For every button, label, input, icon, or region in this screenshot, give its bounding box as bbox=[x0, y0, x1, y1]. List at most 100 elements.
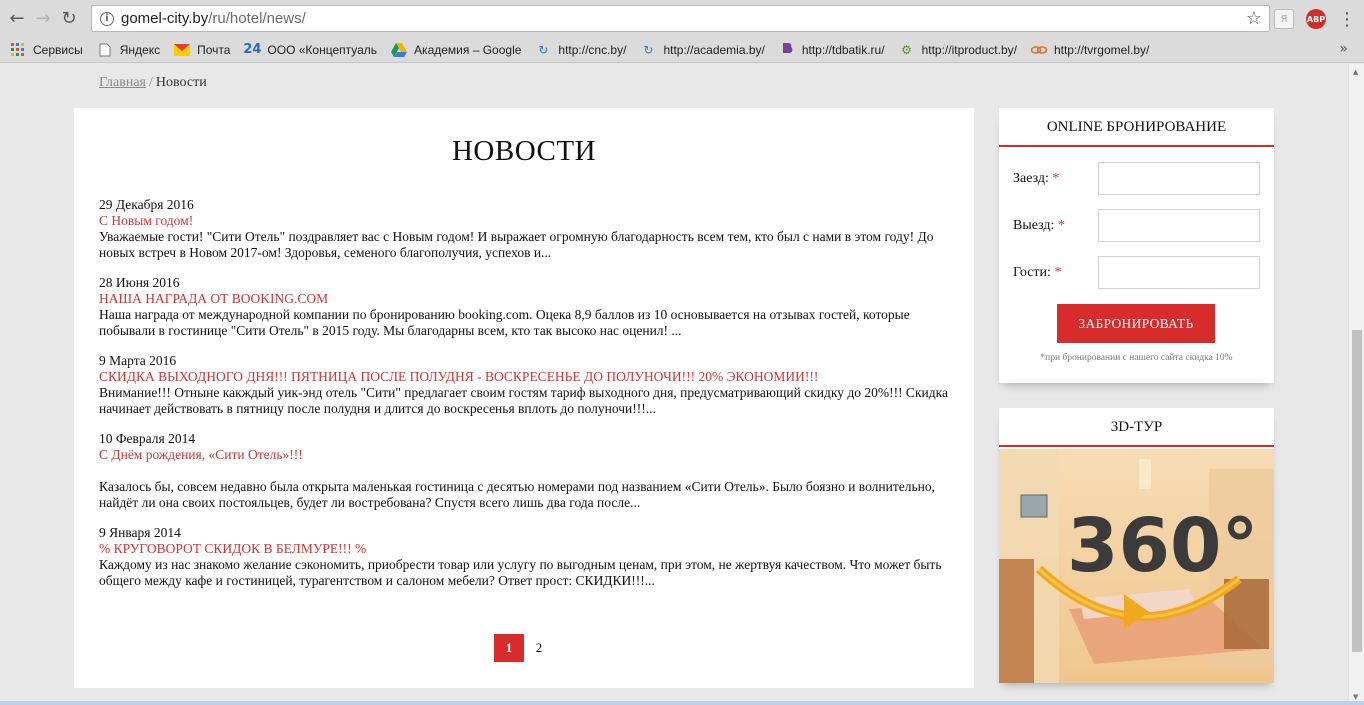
tour-widget: 3D-ТУР 360° bbox=[999, 408, 1274, 683]
news-date: 29 Декабря 2016 bbox=[99, 197, 194, 212]
news-item: 29 Декабря 2016 С Новым годом! Уважаемые… bbox=[99, 197, 949, 261]
tour-title: 3D-ТУР bbox=[999, 408, 1274, 447]
guests-label: Гости: * bbox=[1013, 265, 1098, 281]
page-scrollbar[interactable]: ▲ ▼ bbox=[1348, 64, 1364, 705]
checkout-row: Выезд: * bbox=[1013, 209, 1260, 242]
bookmark-label: http://itproduct.by/ bbox=[921, 42, 1017, 57]
news-excerpt: Наша награда от международной компании п… bbox=[99, 307, 910, 338]
booking-discount-note: *при бронировании с нашего сайта скидка … bbox=[1040, 353, 1233, 363]
bookmark-star-icon[interactable]: ☆ bbox=[1246, 8, 1262, 29]
news-date: 9 Января 2014 bbox=[99, 525, 181, 540]
bookmarks-overflow-icon[interactable]: » bbox=[1339, 41, 1348, 57]
news-title-link[interactable]: СКИДКА ВЫХОДНОГО ДНЯ!!! ПЯТНИЦА ПОСЛЕ ПО… bbox=[99, 369, 949, 385]
required-mark: * bbox=[1054, 264, 1062, 280]
scroll-up-arrow-icon[interactable]: ▲ bbox=[1353, 68, 1358, 76]
batik-logo-icon bbox=[779, 42, 795, 58]
guests-input[interactable] bbox=[1098, 256, 1260, 289]
checkin-row: Заезд: * bbox=[1013, 162, 1260, 195]
news-date: 9 Марта 2016 bbox=[99, 353, 177, 368]
browser-toolbar: ← → ↻ i gomel-city.by/ru/hotel/news/ ☆ Я… bbox=[0, 0, 1364, 37]
bookmark-label: Почта bbox=[197, 42, 231, 57]
news-excerpt: Внимание!!! Отныне какждый уик-энд отель… bbox=[99, 385, 948, 416]
book-button[interactable]: ЗАБРОНИРОВАТЬ bbox=[1057, 304, 1215, 343]
booking-widget: ONLINE БРОНИРОВАНИЕ Заезд: * Выезд: * Го… bbox=[999, 108, 1274, 383]
news-panel: НОВОСТИ 29 Декабря 2016 С Новым годом! У… bbox=[74, 108, 974, 688]
checkout-label-text: Выезд: bbox=[1013, 217, 1055, 233]
checkin-input[interactable] bbox=[1098, 162, 1260, 195]
reload-icon[interactable]: ↻ bbox=[56, 6, 82, 32]
news-item: 28 Июня 2016 НАША НАГРАДА ОТ BOOKING.COM… bbox=[99, 275, 949, 339]
bookmark-itproduct[interactable]: ⚙ http://itproduct.by/ bbox=[899, 42, 1017, 58]
url-path: /ru/hotel/news/ bbox=[208, 10, 306, 27]
news-title-link[interactable]: С Новым годом! bbox=[99, 213, 949, 229]
info-icon[interactable]: i bbox=[100, 11, 114, 26]
yandex-extension-icon[interactable]: Я bbox=[1274, 9, 1294, 29]
news-item: 9 Марта 2016 СКИДКА ВЫХОДНОГО ДНЯ!!! ПЯТ… bbox=[99, 353, 949, 417]
bookmark-label: Сервисы bbox=[33, 42, 83, 57]
breadcrumb-current: Новости bbox=[155, 75, 207, 90]
mail-icon bbox=[174, 42, 191, 58]
guests-label-text: Гости: bbox=[1013, 264, 1051, 280]
page-icon bbox=[97, 42, 113, 58]
google-drive-icon bbox=[391, 42, 408, 58]
news-date: 10 Февраля 2014 bbox=[99, 431, 196, 446]
360-badge-text: 360° bbox=[1067, 503, 1258, 589]
bookmark-services[interactable]: Сервисы bbox=[10, 42, 83, 58]
bookmark-tdbatik[interactable]: http://tdbatik.ru/ bbox=[779, 42, 885, 58]
bookmark-tvrgomel[interactable]: http://tvrgomel.by/ bbox=[1030, 42, 1150, 58]
news-list: 29 Декабря 2016 С Новым годом! Уважаемые… bbox=[99, 197, 949, 603]
breadcrumb-home-link[interactable]: Главная bbox=[99, 75, 146, 90]
required-mark: * bbox=[1052, 170, 1060, 186]
hotel-room-360-picture: 360° bbox=[999, 449, 1274, 683]
bookmark-cnc[interactable]: ↻ http://cnc.by/ bbox=[535, 42, 626, 58]
gear-site-icon: ⚙ bbox=[901, 42, 912, 57]
address-bar[interactable]: i gomel-city.by/ru/hotel/news/ ☆ bbox=[91, 5, 1270, 32]
news-title-link[interactable]: % КРУГОВОРОТ СКИДОК В БЕЛМУРЕ!!! % bbox=[99, 541, 949, 557]
news-title-link[interactable]: С Днём рождения, «Сити Отель»!!! bbox=[99, 447, 949, 463]
scroll-down-arrow-icon[interactable]: ▼ bbox=[1353, 693, 1358, 701]
bookmark-academia[interactable]: ↻ http://academia.by/ bbox=[640, 42, 764, 58]
guests-row: Гости: * bbox=[1013, 256, 1260, 289]
bookmark-label: Академия – Google bbox=[414, 42, 522, 57]
link-site-icon bbox=[1030, 42, 1047, 58]
adblock-extension-icon[interactable]: ABP bbox=[1306, 9, 1326, 29]
bookmark-label: http://tvrgomel.by/ bbox=[1053, 42, 1150, 57]
bookmark-label: http://tdbatik.ru/ bbox=[801, 42, 885, 57]
bookmark-label: Яндекс bbox=[119, 42, 161, 57]
os-taskbar-edge bbox=[0, 701, 1364, 705]
booking-title: ONLINE БРОНИРОВАНИЕ bbox=[999, 108, 1274, 147]
news-excerpt: Уважаемые гости! "Сити Отель" поздравляе… bbox=[99, 229, 934, 260]
breadcrumb-separator: / bbox=[149, 75, 153, 90]
bookmark-yandex[interactable]: Яндекс bbox=[97, 42, 160, 58]
news-item: 9 Января 2014 % КРУГОВОРОТ СКИДОК В БЕЛМ… bbox=[99, 525, 949, 589]
news-date: 28 Июня 2016 bbox=[99, 275, 180, 290]
refresh-site-icon: ↻ bbox=[538, 42, 549, 57]
checkout-input[interactable] bbox=[1098, 209, 1260, 242]
bookmark-label: ООО «Концептуаль bbox=[267, 42, 378, 57]
number-24-icon: 24 bbox=[243, 42, 262, 57]
forward-arrow-icon[interactable]: → bbox=[30, 6, 56, 32]
bookmarks-bar: Сервисы Яндекс Почта 24 ООО «Концептуаль … bbox=[0, 37, 1364, 63]
bookmark-concept[interactable]: 24 ООО «Концептуаль bbox=[243, 42, 378, 58]
apps-grid-icon bbox=[10, 42, 26, 58]
page-2-button[interactable]: 2 bbox=[524, 634, 554, 662]
news-item: 10 Февраля 2014 С Днём рождения, «Сити О… bbox=[99, 431, 949, 511]
page-1-button[interactable]: 1 bbox=[494, 634, 524, 662]
bookmark-academy-google[interactable]: Академия – Google bbox=[391, 42, 521, 58]
chrome-menu-icon[interactable]: ⋮ bbox=[1337, 9, 1357, 30]
back-arrow-icon[interactable]: ← bbox=[4, 6, 30, 32]
news-title-link[interactable]: НАША НАГРАДА ОТ BOOKING.COM bbox=[99, 291, 949, 307]
bookmark-mail[interactable]: Почта bbox=[174, 42, 230, 58]
checkout-label: Выезд: * bbox=[1013, 218, 1098, 234]
pagination: 1 2 bbox=[494, 634, 554, 662]
tour-360-image[interactable]: 360° bbox=[999, 449, 1274, 683]
news-excerpt: Казалось бы, совсем недавно была открыта… bbox=[99, 479, 935, 510]
bookmark-label: http://cnc.by/ bbox=[558, 42, 627, 57]
refresh-site-icon: ↻ bbox=[643, 42, 654, 57]
scrollbar-thumb[interactable] bbox=[1352, 330, 1362, 652]
bookmark-label: http://academia.by/ bbox=[663, 42, 765, 57]
url-host: gomel-city.by bbox=[121, 10, 209, 27]
breadcrumb: Главная / Новости bbox=[99, 75, 207, 91]
news-excerpt: Каждому из нас знакомо желание сэкономит… bbox=[99, 557, 942, 588]
